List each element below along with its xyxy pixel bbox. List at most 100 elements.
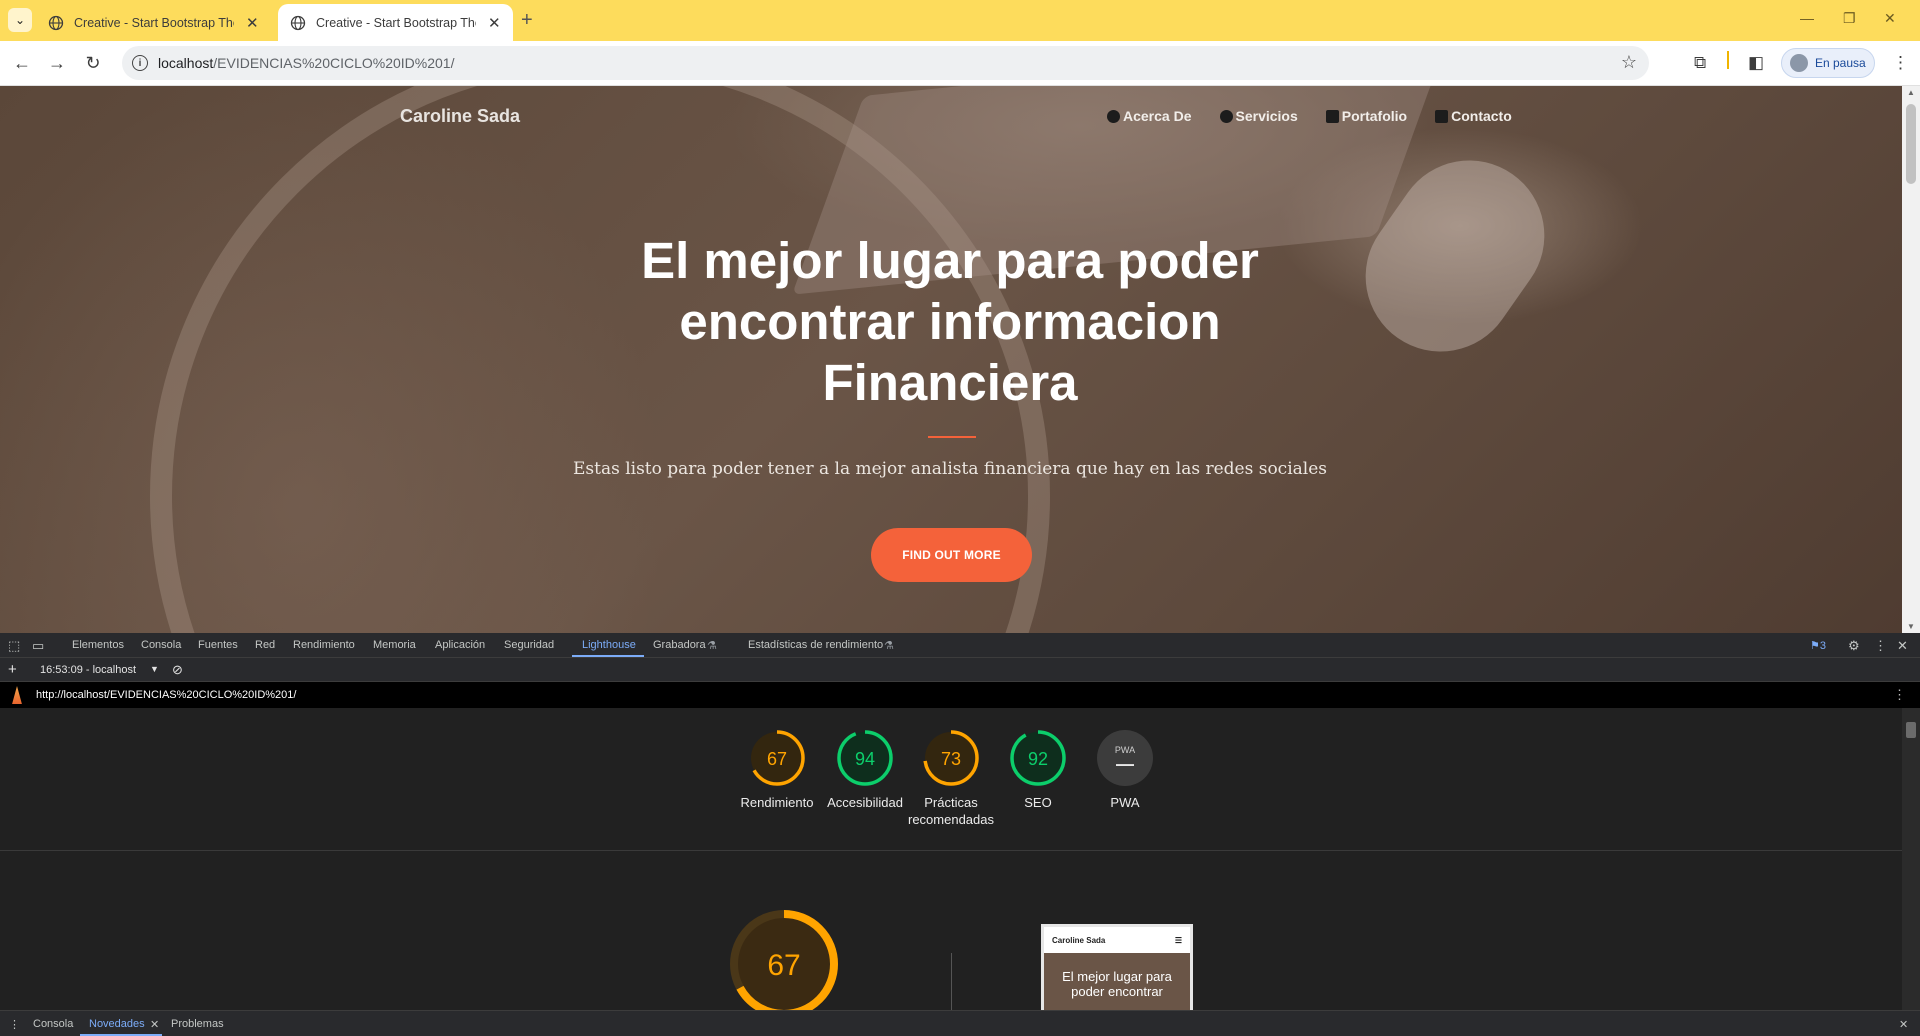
issues-counter[interactable]: ⚑3	[1810, 639, 1826, 652]
tab-strip: ⌄ Creative - Start Bootstrap Theme ✕ Cre…	[0, 0, 1920, 41]
tab-seguridad[interactable]: Seguridad	[504, 639, 554, 651]
report-url[interactable]: http://localhost/EVIDENCIAS%20CICLO%20ID…	[36, 689, 296, 701]
score-ring: 94	[837, 730, 893, 786]
tab-aplicacion[interactable]: Aplicación	[435, 639, 485, 651]
close-icon[interactable]: ✕	[150, 1018, 159, 1031]
score-label: PWA	[1110, 795, 1140, 810]
hero-title: El mejor lugar para poder encontrar info…	[641, 232, 1259, 411]
devtools-panel: ⬚ ▭ Elementos Consola Fuentes Red Rendim…	[0, 633, 1920, 1036]
scrollbar-thumb[interactable]	[1906, 722, 1916, 738]
browser-tab-active[interactable]: Creative - Start Bootstrap Theme ✕	[278, 4, 513, 41]
scroll-down-icon[interactable]: ▼	[1907, 622, 1915, 631]
tab-search-button[interactable]: ⌄	[8, 8, 32, 32]
side-panel-icon[interactable]: ◧	[1748, 53, 1764, 73]
nav-link-acerca-de[interactable]: Acerca De	[1107, 108, 1192, 124]
close-window-icon[interactable]: ✕	[1884, 10, 1896, 27]
drawer-tab-problemas[interactable]: Problemas	[171, 1018, 224, 1030]
scroll-up-icon[interactable]: ▲	[1907, 88, 1915, 97]
tab-memoria[interactable]: Memoria	[373, 639, 416, 651]
flask-icon: ⚗	[884, 640, 894, 652]
close-devtools-icon[interactable]: ✕	[1897, 638, 1908, 654]
tab-title: Creative - Start Bootstrap Theme	[316, 15, 476, 30]
tab-fuentes[interactable]: Fuentes	[198, 639, 238, 651]
profile-status: En pausa	[1815, 56, 1866, 70]
score-ring: PWA —	[1097, 730, 1153, 786]
site-brand[interactable]: Caroline Sada	[400, 106, 520, 127]
active-tab-indicator	[572, 655, 644, 657]
tab-grabadora[interactable]: Grabadora	[653, 639, 706, 651]
score-value: 67	[767, 749, 787, 769]
settings-gear-icon[interactable]: ⚙	[1848, 638, 1860, 654]
report-selector[interactable]: 16:53:09 - localhost	[40, 664, 136, 676]
hero-subtitle: Estas listo para poder tener a la mejor …	[572, 459, 1327, 479]
scrollbar-thumb[interactable]	[1906, 104, 1916, 184]
new-report-icon[interactable]: +	[8, 661, 17, 678]
back-icon[interactable]: ←	[11, 52, 33, 74]
devtools-tabbar: ⬚ ▭ Elementos Consola Fuentes Red Rendim…	[0, 633, 1920, 658]
tab-estadisticas[interactable]: Estadísticas de rendimiento	[748, 639, 883, 651]
nav-link-servicios[interactable]: Servicios	[1219, 108, 1298, 124]
hero-divider	[928, 436, 976, 438]
divider	[951, 953, 952, 1010]
score-value: —	[1116, 754, 1134, 774]
chevron-down-icon: ⌄	[14, 13, 26, 27]
globe-icon	[48, 15, 64, 30]
drawer-menu-icon[interactable]: ⋮	[9, 1018, 20, 1031]
device-toolbar-icon[interactable]: ▭	[32, 638, 44, 654]
tab-rendimiento[interactable]: Rendimiento	[293, 639, 355, 651]
site-nav: Acerca De Servicios Portafolio Contacto	[1107, 108, 1512, 124]
score-gauge[interactable]: PWA — PWA	[1070, 728, 1180, 811]
extensions-icon[interactable]: ⧉	[1694, 53, 1706, 73]
tab-lighthouse[interactable]: Lighthouse	[582, 639, 636, 651]
address-bar[interactable]: i localhost/EVIDENCIAS%20CICLO%20ID%201/…	[122, 46, 1649, 80]
performance-main-gauge: 67	[730, 910, 838, 1010]
thumbnail-title: El mejor lugar para poder encontrar	[1062, 969, 1172, 999]
thumbnail-brand: Caroline Sada	[1052, 935, 1106, 945]
profile-button[interactable]: En pausa	[1781, 48, 1875, 78]
score-value: 94	[855, 749, 875, 769]
inspect-element-icon[interactable]: ⬚	[8, 638, 20, 654]
lighthouse-icon	[12, 686, 22, 704]
browser-toolbar: ← → ↻ i localhost/EVIDENCIAS%20CICLO%20I…	[0, 41, 1920, 86]
minimize-icon[interactable]: —	[1800, 10, 1814, 26]
dropdown-caret-icon[interactable]: ▼	[150, 664, 159, 674]
drawer-tab-consola[interactable]: Consola	[33, 1018, 73, 1030]
score-ring: 67	[749, 730, 805, 786]
report-menu-icon[interactable]: ⋮	[1893, 687, 1906, 703]
drawer-tab-novedades[interactable]: Novedades	[89, 1018, 145, 1030]
avatar	[1790, 54, 1808, 72]
issues-flag-icon: ⚑	[1810, 640, 1820, 652]
menu-kebab-icon[interactable]: ⋮	[1892, 53, 1909, 73]
close-icon[interactable]: ✕	[488, 14, 501, 32]
report-scrollbar[interactable]	[1902, 708, 1920, 1010]
globe-icon	[290, 15, 306, 30]
hamburger-icon: ☰	[1174, 935, 1182, 945]
reload-icon[interactable]: ↻	[82, 52, 104, 74]
forward-icon[interactable]: →	[46, 52, 68, 74]
close-icon[interactable]: ✕	[246, 14, 259, 32]
address-url[interactable]: localhost/EVIDENCIAS%20CICLO%20ID%201/	[158, 55, 454, 71]
page-scrollbar[interactable]: ▲ ▼	[1902, 86, 1920, 633]
nav-link-portafolio[interactable]: Portafolio	[1325, 108, 1407, 124]
browser-tab[interactable]: Creative - Start Bootstrap Theme ✕	[36, 4, 271, 41]
score-value: 73	[941, 749, 961, 769]
tab-red[interactable]: Red	[255, 639, 275, 651]
tab-title: Creative - Start Bootstrap Theme	[74, 15, 234, 30]
close-drawer-icon[interactable]: ✕	[1899, 1018, 1908, 1031]
tab-elementos[interactable]: Elementos	[72, 639, 124, 651]
clear-reports-icon[interactable]: ⊘	[172, 662, 183, 678]
devtools-menu-icon[interactable]: ⋮	[1874, 638, 1887, 654]
bookmark-star-icon[interactable]: ☆	[1621, 52, 1637, 73]
report-url-bar: http://localhost/EVIDENCIAS%20CICLO%20ID…	[0, 682, 1920, 708]
main-score-value: 67	[767, 949, 800, 982]
devtools-drawer: ⋮ Consola Novedades ✕ Problemas ✕	[0, 1010, 1920, 1036]
restore-icon[interactable]: ❐	[1843, 10, 1856, 27]
find-out-more-button[interactable]: FIND OUT MORE	[871, 528, 1032, 582]
final-screenshot-thumbnail[interactable]: Caroline Sada ☰ El mejor lugar para poder…	[1041, 924, 1193, 1010]
site-info-icon[interactable]: i	[132, 55, 148, 71]
new-tab-button[interactable]: +	[521, 9, 533, 32]
tab-consola[interactable]: Consola	[141, 639, 181, 651]
nav-link-contacto[interactable]: Contacto	[1435, 108, 1512, 124]
toolbar-divider	[1727, 51, 1729, 69]
info-circle-icon	[1219, 109, 1233, 123]
